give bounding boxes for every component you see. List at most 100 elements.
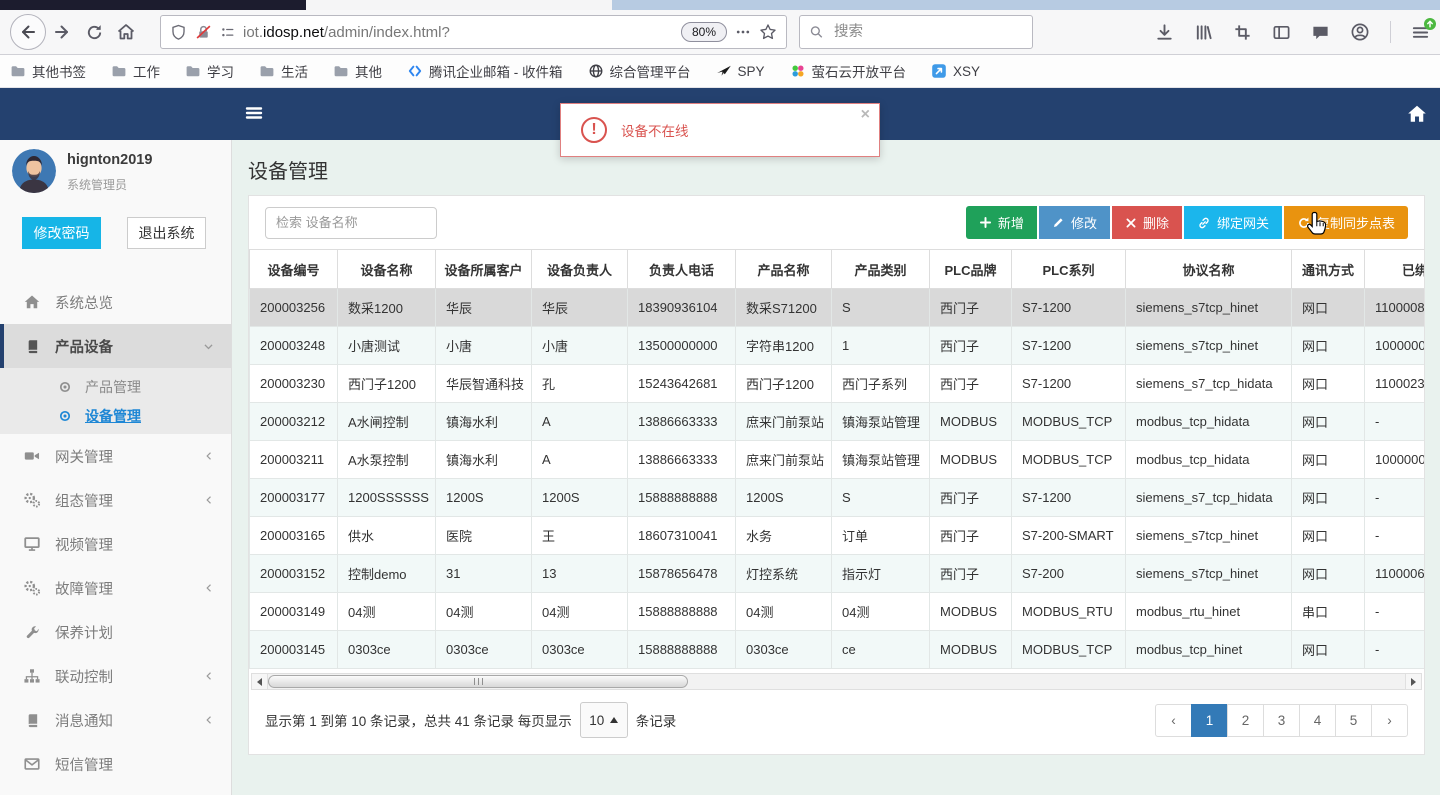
table-cell: 孔 <box>531 364 628 403</box>
page-button[interactable]: 2 <box>1227 703 1264 737</box>
page-buttons: ‹ 1 2 3 4 5 › <box>1155 703 1408 737</box>
column-header[interactable]: 产品名称 <box>735 249 832 289</box>
sidebar-item-gateway-management[interactable]: 网关管理 <box>0 434 231 478</box>
page-button[interactable]: 3 <box>1263 703 1300 737</box>
column-header[interactable]: 设备所属客户 <box>435 249 532 289</box>
table-cell: MODBUS <box>929 592 1012 631</box>
sidebar-item-product-management[interactable]: 产品管理 <box>0 372 231 401</box>
sidebar-item-fault-management[interactable]: 故障管理 <box>0 566 231 610</box>
change-password-button[interactable]: 修改密码 <box>22 217 101 249</box>
prev-page-button[interactable]: ‹ <box>1155 703 1192 737</box>
horizontal-scrollbar[interactable] <box>251 673 1422 690</box>
back-button[interactable] <box>10 14 46 50</box>
bookmark-ys-cloud[interactable]: 萤石云开放平台 <box>790 61 906 81</box>
browser-search-bar[interactable] <box>799 15 1033 49</box>
table-cell: S7-1200 <box>1011 478 1126 517</box>
table-row[interactable]: 200003212 A水闸控制 镇海水利 A 13886663333 庶来门前泵站 镇海泵站… <box>249 402 1424 441</box>
menu-button[interactable] <box>1411 17 1436 42</box>
bookmark-folder-misc[interactable]: 其他 <box>333 61 382 81</box>
copy-sync-table-button[interactable]: 复制同步点表 <box>1283 206 1408 239</box>
page-button[interactable]: 5 <box>1335 703 1372 737</box>
sidebar-item-video-management[interactable]: 视频管理 <box>0 522 231 566</box>
table-cell: 医院 <box>435 516 532 555</box>
pagination-bar: 显示第 1 到第 10 条记录，总共 41 条记录 每页显示 10 条记录 ‹ 1… <box>249 690 1424 754</box>
account-icon[interactable] <box>1350 22 1370 42</box>
table-row[interactable]: 200003165 供水 医院王 18607310041 水务 订单 西门子 S7-200-S… <box>249 516 1424 555</box>
bookmark-spy[interactable]: SPY <box>716 63 765 79</box>
messages-icon[interactable] <box>1311 23 1330 42</box>
scrollbar-thumb[interactable] <box>268 675 688 688</box>
active-tab[interactable] <box>306 0 612 10</box>
column-header[interactable]: 产品类别 <box>831 249 930 289</box>
bookmark-tencent-mail[interactable]: 腾讯企业邮箱 - 收件箱 <box>407 61 563 81</box>
globe-icon <box>589 64 602 78</box>
table-row[interactable]: 200003248 小唐测试 小唐 小唐 13500000000 字符串1200 1 西门子 S… <box>249 326 1424 365</box>
table-row[interactable]: 200003152 控制demo 31 13 15878656478 灯控系统 指示灯 西门子… <box>249 554 1424 593</box>
sidebar-item-product-device[interactable]: 产品设备 <box>0 324 231 368</box>
delete-button[interactable]: 删除 <box>1111 206 1182 239</box>
page-size-select[interactable]: 10 <box>579 702 628 738</box>
scroll-left-button[interactable] <box>252 674 268 689</box>
table-row[interactable]: 200003149 04测 04测 04测 15888888888 04测 04测 MODBU… <box>249 592 1424 631</box>
edit-button[interactable]: 修改 <box>1038 206 1110 239</box>
home-button[interactable] <box>110 16 142 48</box>
table-row[interactable]: 200003145 0303ce 0303ce 0303ce 15888888888 03… <box>249 630 1424 669</box>
column-header[interactable]: 设备编号 <box>249 249 338 289</box>
bookmark-star-icon[interactable] <box>759 23 777 41</box>
sidebar-item-maintenance-plan[interactable]: 保养计划 <box>0 610 231 654</box>
column-header[interactable]: 负责人电话 <box>627 249 736 289</box>
sidebar-item-configuration-management[interactable]: 组态管理 <box>0 478 231 522</box>
url-text: iot.idosp.net/admin/index.html? <box>243 24 450 41</box>
browser-search-input[interactable] <box>832 23 1023 41</box>
alert-close-icon[interactable]: × <box>861 107 870 123</box>
pencil-icon <box>1053 218 1063 228</box>
column-header[interactable]: 设备负责人 <box>531 249 628 289</box>
bookmark-folder-work[interactable]: 工作 <box>111 61 160 81</box>
library-icon[interactable] <box>1194 23 1213 42</box>
sidebar-item-message-notification[interactable]: 消息通知 <box>0 698 231 742</box>
table-row[interactable]: 200003177 1200SSSSSS 1200S 1200S 15888888888… <box>249 478 1424 517</box>
x-icon <box>1126 218 1136 227</box>
add-button[interactable]: 新增 <box>965 206 1037 239</box>
forward-button[interactable] <box>46 16 78 48</box>
column-header[interactable]: PLC品牌 <box>929 249 1012 289</box>
bind-gateway-button[interactable]: 绑定网关 <box>1183 206 1282 239</box>
sidebar-toggle-icon[interactable] <box>1272 23 1291 42</box>
downloads-icon[interactable] <box>1155 23 1174 42</box>
bookmark-folder-study[interactable]: 学习 <box>185 61 234 81</box>
sidebar-item-device-management[interactable]: 设备管理 <box>0 401 231 430</box>
table-row[interactable]: 200003256 数采1200 华辰 华辰 18390936104 数采S71200 S 西… <box>249 288 1424 327</box>
column-header[interactable]: PLC系列 <box>1011 249 1126 289</box>
next-page-button[interactable]: › <box>1371 703 1408 737</box>
header-home-button[interactable] <box>1406 103 1428 125</box>
scroll-right-button[interactable] <box>1405 674 1421 689</box>
device-search-input[interactable] <box>265 206 437 239</box>
table-cell: 0303ce <box>735 630 832 669</box>
action-buttons: 新增 修改 删除 绑定网关 复制同步点表 <box>965 206 1408 239</box>
search-icon <box>810 26 823 38</box>
sidebar-item-sms-management[interactable]: 短信管理 <box>0 742 231 786</box>
url-bar[interactable]: iot.idosp.net/admin/index.html? 80% <box>160 15 787 49</box>
column-header[interactable]: 设备名称 <box>337 249 436 289</box>
logout-button[interactable]: 退出系统 <box>127 217 206 249</box>
sidebar-collapse-button[interactable] <box>244 103 264 123</box>
table-row[interactable]: 200003211 A水泵控制 镇海水利 A 13886663333 庶来门前泵站 镇海泵站… <box>249 440 1424 479</box>
book-icon <box>22 338 42 355</box>
column-header[interactable]: 已绑定网关 <box>1364 249 1424 289</box>
bookmark-xsy[interactable]: XSY <box>931 63 980 79</box>
column-header[interactable]: 协议名称 <box>1125 249 1292 289</box>
column-header[interactable]: 通讯方式 <box>1291 249 1365 289</box>
screenshot-icon[interactable] <box>1233 23 1252 42</box>
reload-button[interactable] <box>78 16 110 48</box>
sidebar-item-system-overview[interactable]: 系统总览 <box>0 280 231 324</box>
table-row[interactable]: 200003230 西门子1200 华辰智通科技孔 15243642681 西门子120… <box>249 364 1424 403</box>
bookmark-folder-other-bookmarks[interactable]: 其他书签 <box>10 61 86 81</box>
page-button[interactable]: 1 <box>1191 703 1228 737</box>
sidebar-item-linkage-control[interactable]: 联动控制 <box>0 654 231 698</box>
bookmark-mgmt-platform[interactable]: 综合管理平台 <box>588 61 691 81</box>
bookmark-folder-life[interactable]: 生活 <box>259 61 308 81</box>
page-actions-icon[interactable] <box>735 24 751 40</box>
zoom-indicator[interactable]: 80% <box>680 22 727 42</box>
table-cell: modbus_rtu_hinet <box>1125 592 1292 631</box>
page-button[interactable]: 4 <box>1299 703 1336 737</box>
